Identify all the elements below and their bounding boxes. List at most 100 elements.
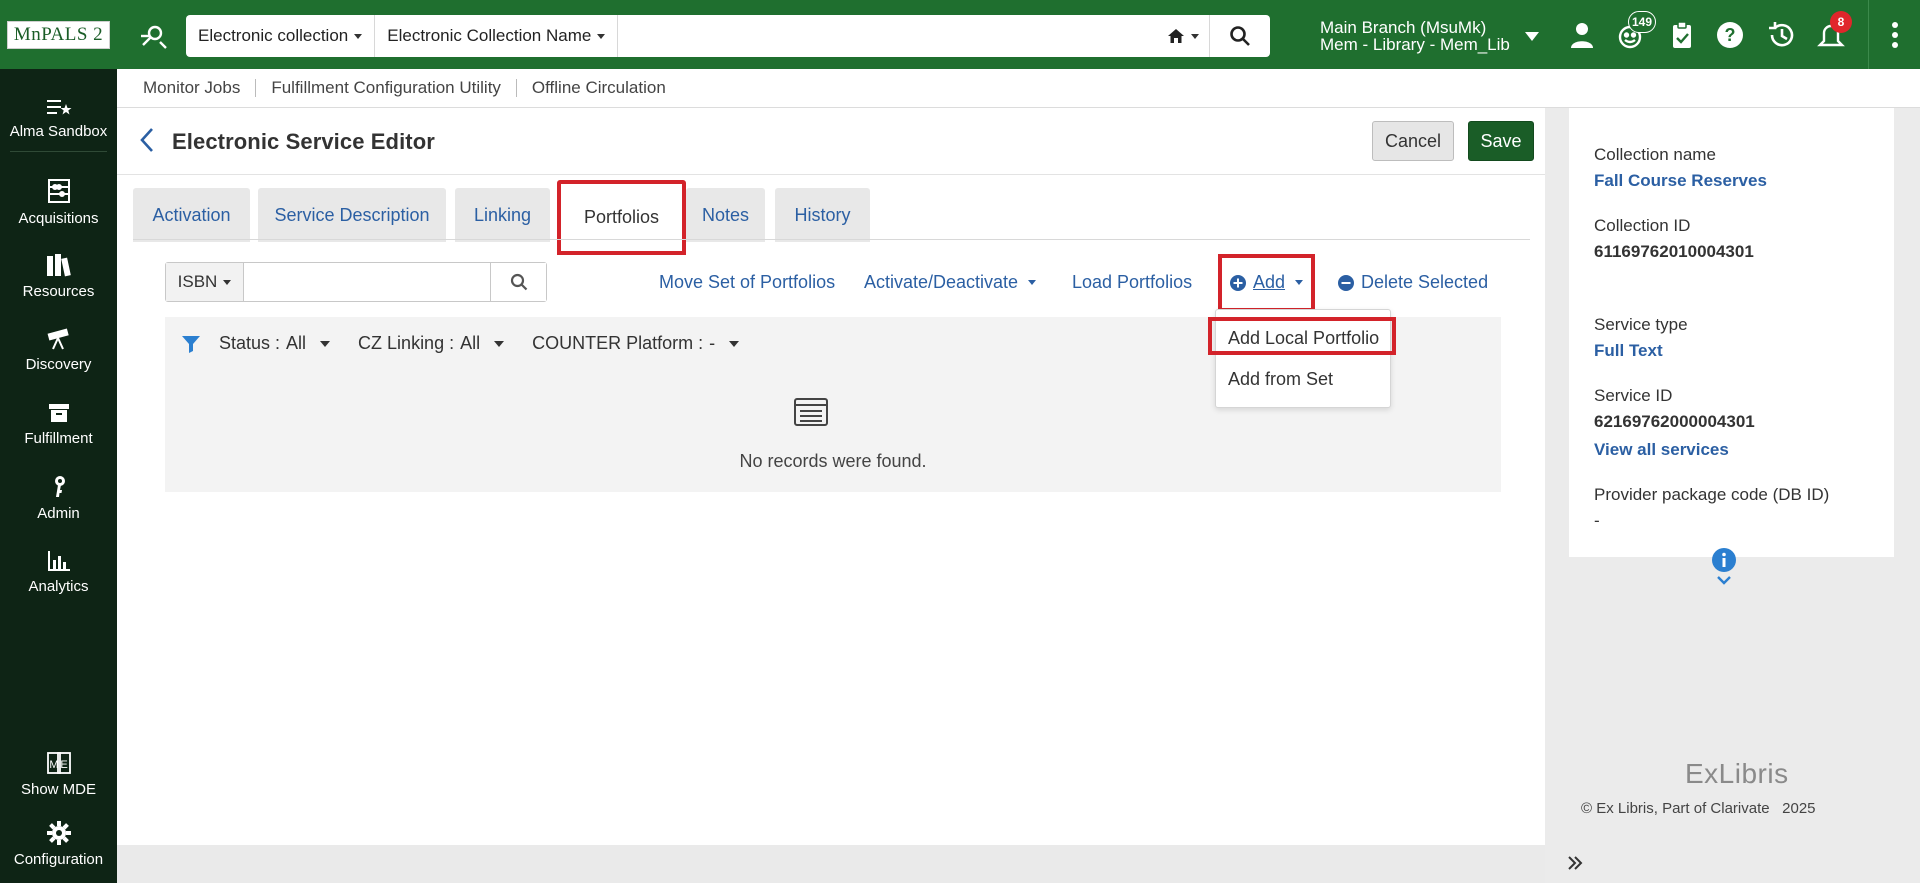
info-card: Collection name Fall Course Reserves Col… [1569,108,1894,557]
portfolio-search-button[interactable] [490,263,546,301]
tab-label: Linking [473,204,532,225]
nav-divider [10,151,107,152]
no-records-message: No records were found. [739,451,927,471]
load-portfolios-link[interactable]: Load Portfolios [1072,272,1192,293]
tab-linking[interactable]: Linking [455,188,550,242]
nav-item-admin[interactable]: Admin [0,463,117,533]
nav-item-configuration[interactable]: Configuration [0,809,117,879]
history-icon[interactable] [1764,18,1798,52]
clipboard-icon[interactable] [1665,18,1699,52]
link-monitor-jobs[interactable]: Monitor Jobs [143,78,240,98]
current-location[interactable]: Main Branch (MsuMk) Mem - Library - Mem_… [1320,19,1510,53]
nav-item-fulfillment[interactable]: Fulfillment [0,389,117,459]
service-id-label: Service ID [1594,386,1673,405]
collection-id-label: Collection ID [1594,216,1691,235]
more-menu-icon[interactable] [1868,0,1920,69]
archive-box-icon [48,403,69,422]
filter-icon[interactable] [181,335,201,353]
search-input[interactable] [618,15,1157,57]
cz-linking-filter[interactable]: CZ Linking : All [358,333,505,354]
search-button[interactable] [1210,15,1270,57]
nav-item-analytics[interactable]: Analytics [0,537,117,607]
abacus-icon [47,178,70,203]
home-icon [1168,29,1184,43]
user-icon[interactable] [1565,18,1599,52]
main-content: Electronic Service Editor Cancel Save Ac… [117,108,1545,845]
nav-item-acquisitions[interactable]: Acquisitions [0,167,117,237]
search-scope-dropdown[interactable]: Electronic collection [186,15,376,57]
link-offline-circulation[interactable]: Offline Circulation [532,78,666,98]
tab-notes[interactable]: Notes [686,188,765,242]
expand-panel-icon[interactable] [1565,853,1587,875]
empty-list-icon [794,398,828,431]
chevron-down-icon [597,33,606,39]
service-type-link[interactable]: Full Text [1594,341,1663,361]
svg-text:M: M [49,759,58,771]
service-id-value: 62169762000004301 [1594,412,1755,431]
view-all-services-link[interactable]: View all services [1594,440,1729,460]
move-set-of-portfolios-link[interactable]: Move Set of Portfolios [659,272,835,293]
nav-label: Analytics [28,577,89,595]
back-arrow-icon[interactable] [137,126,163,156]
search-field-select[interactable]: ISBN [166,263,244,301]
title-divider [117,174,1545,175]
bottom-bar [117,845,1545,883]
nav-label: Fulfillment [24,429,93,447]
link-fulfillment-configuration-utility[interactable]: Fulfillment Configuration Utility [271,78,501,98]
search-icon [510,273,527,291]
notifications-badge: 8 [1830,11,1852,33]
provider-package-label: Provider package code (DB ID) [1594,485,1830,504]
logo[interactable]: MnPALS 2 [0,0,117,69]
tab-label: Activation [152,204,231,225]
delete-selected-link[interactable]: Delete Selected [1337,272,1488,293]
search-home-dropdown[interactable] [1157,15,1210,57]
key-icon [54,475,65,497]
svg-text:?: ? [1725,25,1736,45]
collection-id-value: 61169762010004301 [1594,242,1754,261]
counter-platform-filter[interactable]: COUNTER Platform :- [532,333,740,354]
nav-item-discovery[interactable]: Discovery [0,315,117,385]
persistent-search-icon[interactable] [137,20,169,52]
tab-activation[interactable]: Activation [133,188,250,242]
search-field-value: ISBN [177,272,218,291]
svg-text:E: E [60,759,67,771]
nav-item-show-mde[interactable]: ME Show MDE [0,739,117,809]
cz-filter-value: All [460,333,481,353]
info-collapse-toggle[interactable] [1710,547,1740,591]
activate-deactivate-dropdown[interactable]: Activate/Deactivate [864,272,1037,293]
info-icon [1712,548,1736,585]
tab-service-description[interactable]: Service Description [258,188,446,242]
nav-label: Resources [22,282,95,300]
telescope-icon [47,328,69,349]
chevron-down-icon [223,279,232,285]
tabs-divider [133,239,1530,240]
quick-links-bar: Monitor Jobs Fulfillment Configuration U… [117,69,1920,108]
tab-label: Notes [701,204,750,225]
menu-item-add-from-set[interactable]: Add from Set [1228,369,1333,390]
tasks-badge: 149 [1628,11,1657,33]
service-type-label: Service type [1594,315,1688,334]
nav-label: Configuration [13,850,104,868]
status-filter-value: All [286,333,307,353]
portfolio-search-group: ISBN [165,262,547,302]
help-icon[interactable]: ? [1713,18,1747,52]
copyright-text: © Ex Libris, Part of Clarivate 2025 [1581,800,1816,817]
collection-name-link[interactable]: Fall Course Reserves [1594,171,1767,191]
nav-item-resources[interactable]: Resources [0,241,117,311]
save-button[interactable]: Save [1468,121,1534,161]
nav-label: Acquisitions [18,209,99,227]
mde-icon: ME [46,751,71,774]
nav-item-alma-sandbox[interactable]: Alma Sandbox [0,83,117,153]
tab-label: Portfolios [583,207,660,227]
status-filter[interactable]: Status : All [219,333,331,354]
tab-portfolios[interactable]: Portfolios [557,180,686,255]
portfolio-search-input[interactable] [244,263,490,301]
tab-history[interactable]: History [775,188,870,242]
exlibris-logo: ExLibris [1685,758,1789,789]
top-bar: MnPALS 2 Electronic collection Electroni… [0,0,1920,69]
location-chevron-down-icon[interactable] [1525,32,1539,41]
cz-filter-label: CZ Linking : [358,333,455,353]
search-field-dropdown[interactable]: Electronic Collection Name [375,15,619,57]
add-highlight-box [1218,254,1315,312]
cancel-button[interactable]: Cancel [1372,121,1454,161]
